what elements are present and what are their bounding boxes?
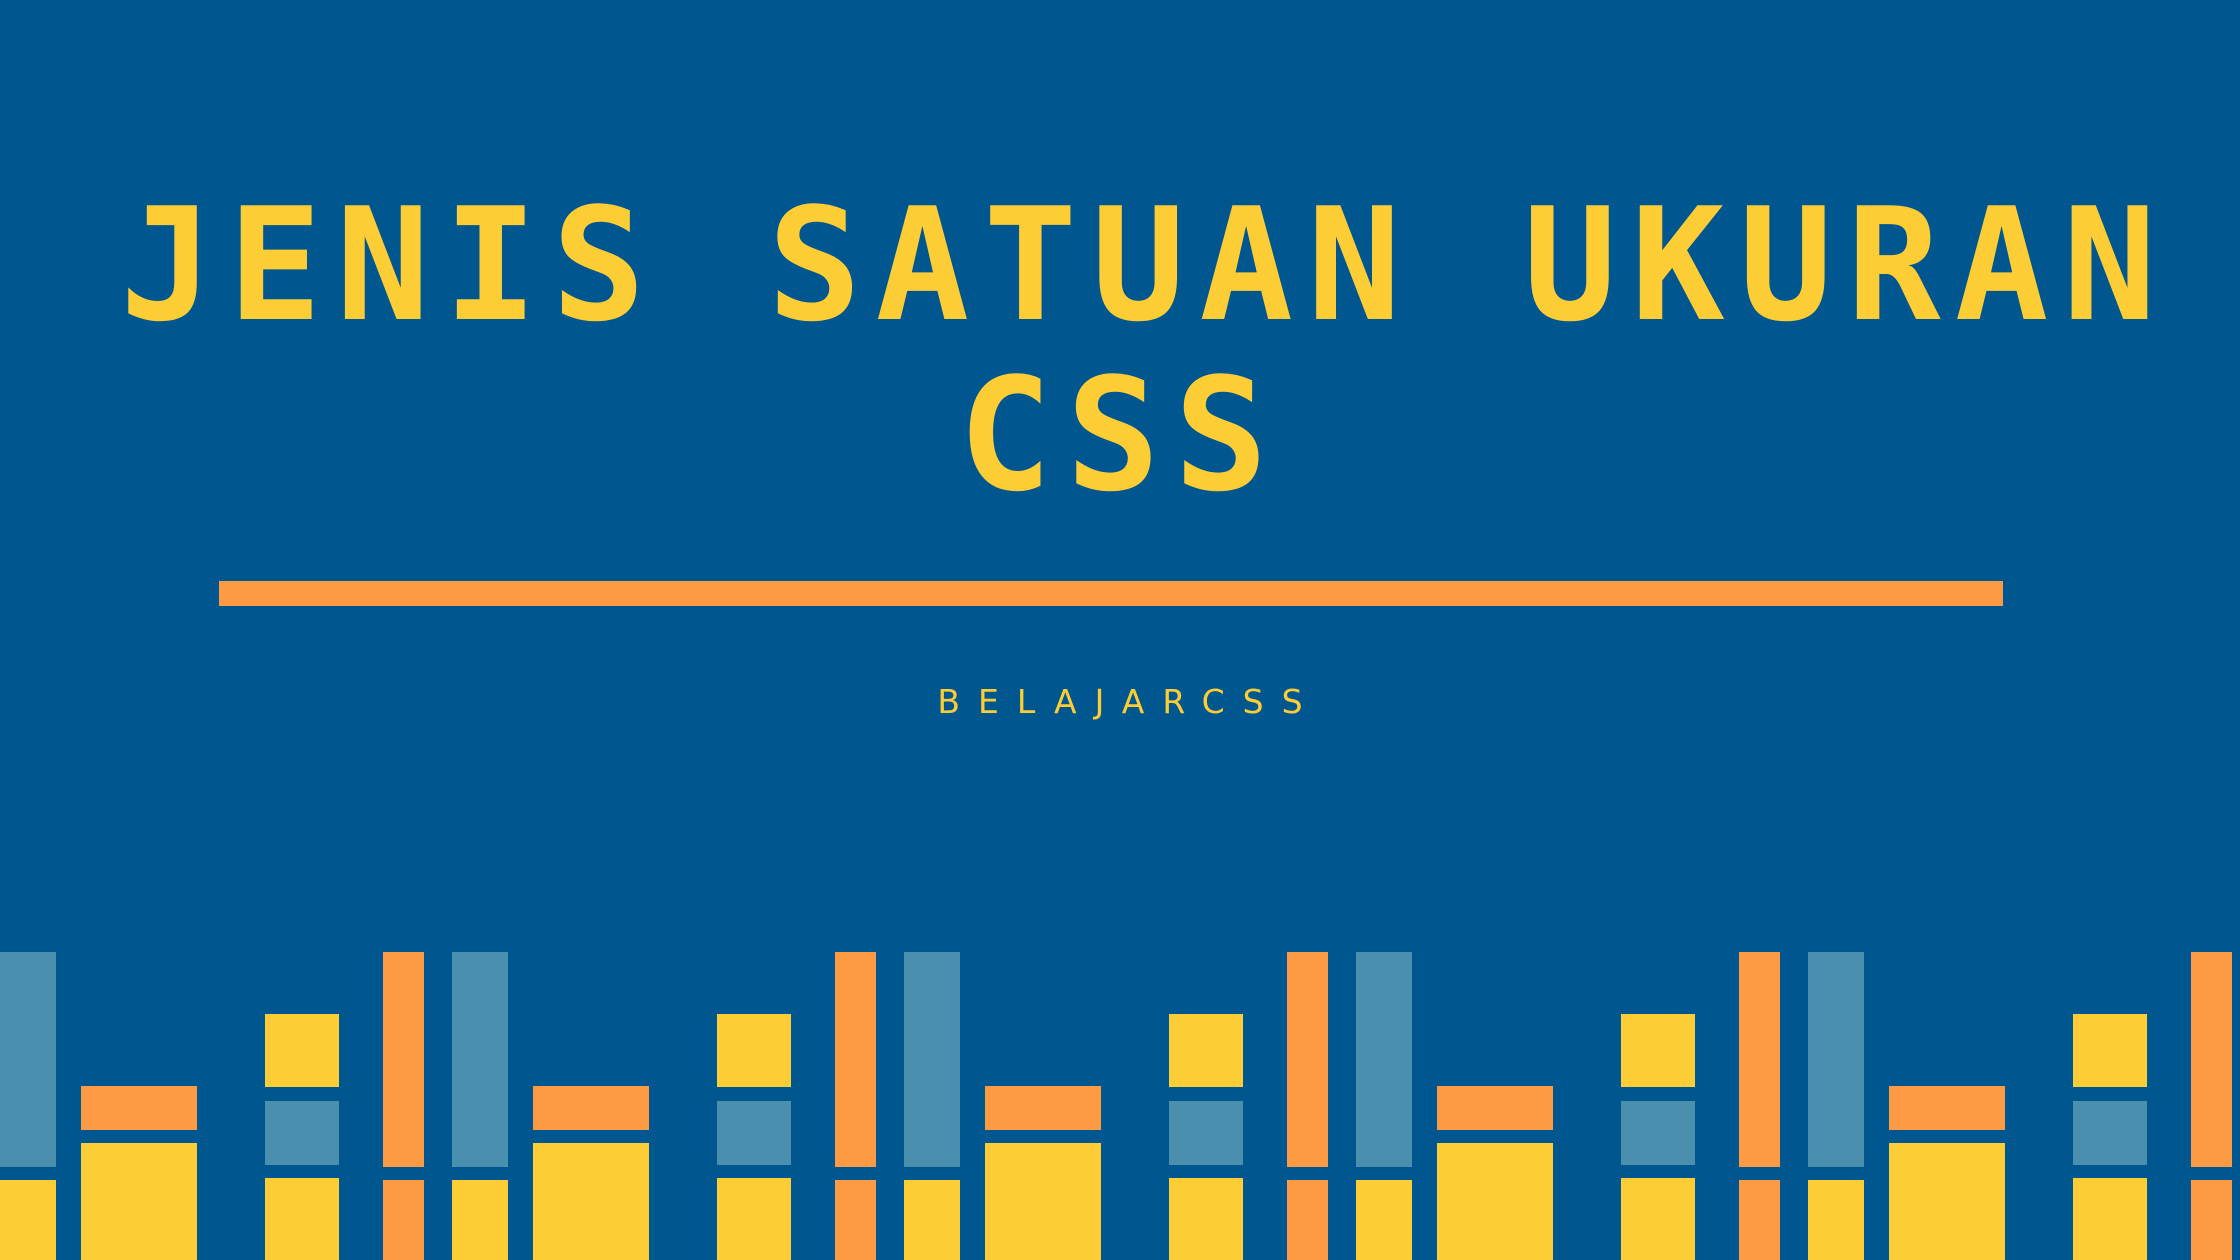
bookshelf-bar-24 (904, 952, 942, 1167)
bookshelf-bar-36 (1356, 1180, 1394, 1260)
bookshelf-bar-35 (1356, 952, 1394, 1167)
bookshelf-bar-31 (1287, 952, 1328, 1167)
bookshelf-bar-10 (383, 1180, 424, 1260)
bookshelf-bar-41 (1621, 1178, 1695, 1260)
bookshelf-bar-5 (81, 1143, 197, 1260)
bookshelf-bar-21 (835, 1180, 876, 1260)
bookshelf-bar-15 (533, 1086, 649, 1130)
bookshelf-bar-29 (1169, 1101, 1243, 1165)
bookshelf-bar-27 (985, 1143, 1101, 1260)
bookshelf-bar-53 (2191, 952, 2232, 1167)
bookshelf-bar-9 (383, 952, 424, 1167)
bookshelf-bar-48 (1889, 1086, 2005, 1130)
bookshelf-bar-52 (2073, 1178, 2147, 1260)
bookshelf-bar-3 (0, 1180, 38, 1260)
bookshelf-bar-54 (2191, 1180, 2232, 1260)
bookshelf-bar-26 (985, 1086, 1101, 1130)
bookshelf-bar-37 (1437, 1086, 1553, 1130)
bookshelf-bar-47 (1808, 1180, 1846, 1260)
bookshelf-bar-38 (1437, 1143, 1553, 1260)
bookshelf-bar-4 (81, 1086, 197, 1130)
bookshelf-bar-6 (265, 1014, 339, 1087)
bookshelf-bar-39 (1621, 1014, 1695, 1087)
bookshelf-bar-30 (1169, 1178, 1243, 1260)
bookshelf-bar-25 (904, 1180, 942, 1260)
banner-canvas: JENIS SATUAN UKURAN CSS BELAJARCSS (0, 0, 2240, 1260)
bookshelf-bar-46 (1808, 952, 1846, 1167)
bookshelf-bar-20 (835, 952, 876, 1167)
bookshelf-bar-19 (717, 1178, 791, 1260)
bookshelf-bar-28 (1169, 1014, 1243, 1087)
bookshelf-bar-13 (452, 952, 490, 1167)
bookshelf-bar-32 (1287, 1180, 1328, 1260)
bookshelf-bar-14 (452, 1180, 490, 1260)
bookshelf-bar-40 (1621, 1101, 1695, 1165)
bookshelf-bar-2 (0, 952, 38, 1167)
bookshelf-bar-50 (2073, 1014, 2147, 1087)
bookshelf-bar-17 (717, 1014, 791, 1087)
bookshelf-bar-49 (1889, 1143, 2005, 1260)
bookshelf-bar-18 (717, 1101, 791, 1165)
bookshelf-bar-8 (265, 1178, 339, 1260)
bookshelf-bar-43 (1739, 1180, 1780, 1260)
bookshelf-bar-16 (533, 1143, 649, 1260)
bookshelf-bar-7 (265, 1101, 339, 1165)
bookshelf-decoration (0, 952, 2232, 1260)
bookshelf-bar-51 (2073, 1101, 2147, 1165)
bookshelf-bar-42 (1739, 952, 1780, 1167)
